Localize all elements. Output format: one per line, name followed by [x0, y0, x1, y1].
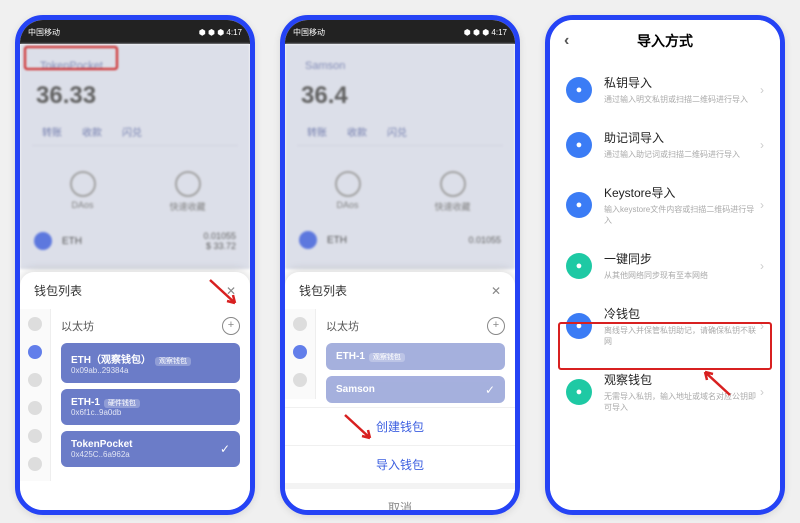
chain-item[interactable] — [28, 317, 42, 331]
close-icon[interactable]: ✕ — [491, 284, 501, 298]
status-left: 中国移动 — [28, 27, 60, 38]
import-option-1[interactable]: ● 助记词导入通过输入助记词或扫描二维码进行导入› — [550, 117, 780, 172]
asset-value: 0.01055 — [203, 231, 236, 241]
chevron-right-icon: › — [760, 198, 764, 212]
phone-screen-2: 中国移动 ⬢ ⬢ ⬢ 4:17 Samson 36.4 转账 收款 闪兑 DAo… — [280, 15, 520, 515]
option-icon: ● — [566, 192, 592, 218]
status-bar: 中国移动 ⬢ ⬢ ⬢ 4:17 — [285, 20, 515, 44]
tab-transfer[interactable]: 转账 — [307, 124, 327, 139]
chain-item[interactable] — [28, 373, 42, 387]
option-desc: 从其他网络同步现有至本网络 — [604, 270, 760, 281]
option-desc: 通过输入明文私钥或扫描二维码进行导入 — [604, 94, 760, 105]
option-desc: 通过输入助记词或扫描二维码进行导入 — [604, 149, 760, 160]
chain-strip — [20, 309, 51, 481]
option-title: 冷钱包 — [604, 305, 760, 322]
action-menu: 创建钱包 导入钱包 取消 — [285, 399, 515, 515]
wallet-list-sheet: 钱包列表✕ 以太坊+ ETH-1观察钱包 Samson✓ 创建钱包 导入钱包 取… — [285, 272, 515, 510]
phone-screen-3: ‹ 导入方式 ●私钥导入通过输入明文私钥或扫描二维码进行导入›●助记词导入通过输… — [545, 15, 785, 515]
option-icon: ● — [566, 77, 592, 103]
close-icon[interactable]: ✕ — [226, 284, 236, 298]
chevron-right-icon: › — [760, 319, 764, 333]
wallet-header: TokenPocket 36.33 转账 收款 闪兑 — [20, 44, 250, 158]
balance-amount: 36.4 — [301, 82, 499, 110]
network-name: 以太坊 — [61, 318, 94, 334]
option-title: Keystore导入 — [604, 184, 760, 201]
option-title: 私钥导入 — [604, 74, 760, 91]
chevron-right-icon: › — [760, 385, 764, 399]
back-icon[interactable]: ‹ — [564, 32, 569, 50]
token-grid: DAos 快速收藏 — [20, 158, 250, 223]
option-icon: ● — [566, 379, 592, 405]
option-title: 观察钱包 — [604, 371, 760, 388]
option-desc: 无需导入私钥，输入地址或域名对应公钥即可导入 — [604, 391, 760, 413]
chain-item[interactable] — [28, 457, 42, 471]
option-title: 助记词导入 — [604, 129, 760, 146]
sheet-header: 钱包列表 ✕ — [20, 272, 250, 309]
asset-name: ETH — [62, 236, 82, 247]
phone-screen-1: 中国移动 ⬢ ⬢ ⬢ 4:17 TokenPocket 36.33 转账 收款 … — [15, 15, 255, 515]
tab-transfer[interactable]: 转账 — [42, 124, 62, 139]
option-desc: 输入keystore文件内容或扫描二维码进行导入 — [604, 204, 760, 226]
wallet-card[interactable]: ETH-1硬件钱包 0x6f1c..9a0db — [61, 389, 240, 425]
create-wallet-button[interactable]: 创建钱包 — [285, 407, 515, 445]
wallet-card[interactable]: Samson✓ — [326, 376, 505, 403]
chain-item-eth[interactable] — [28, 345, 42, 359]
app-title[interactable]: Samson — [297, 56, 353, 76]
asset-eth[interactable]: ETH 0.01055$ 33.72 — [20, 223, 250, 259]
wallet-list-sheet: 钱包列表 ✕ 以太坊 + ETH（观察钱包）观察钱包 0x09ab..29384… — [20, 272, 250, 510]
status-bar: 中国移动 ⬢ ⬢ ⬢ 4:17 — [20, 20, 250, 44]
tab-swap[interactable]: 闪兑 — [387, 124, 407, 139]
import-option-3[interactable]: ● 一键同步从其他网络同步现有至本网络› — [550, 238, 780, 293]
chain-item[interactable] — [28, 429, 42, 443]
option-title: 一键同步 — [604, 250, 760, 267]
wallet-card[interactable]: ETH-1观察钱包 — [326, 343, 505, 370]
wallet-list: 以太坊 + ETH（观察钱包）观察钱包 0x09ab..29384a ETH-1… — [51, 309, 250, 481]
import-header: ‹ 导入方式 — [550, 20, 780, 62]
token-favorite[interactable]: 快速收藏 — [135, 168, 240, 213]
app-title[interactable]: TokenPocket — [32, 56, 111, 76]
tab-receive[interactable]: 收款 — [347, 124, 367, 139]
chain-item[interactable] — [28, 401, 42, 415]
import-option-5[interactable]: ● 观察钱包无需导入私钥，输入地址或域名对应公钥即可导入› — [550, 359, 780, 425]
import-wallet-button[interactable]: 导入钱包 — [285, 445, 515, 483]
action-tabs: 转账 收款 闪兑 — [297, 118, 503, 146]
import-method-page: ‹ 导入方式 ●私钥导入通过输入明文私钥或扫描二维码进行导入›●助记词导入通过输… — [550, 20, 780, 510]
tab-swap[interactable]: 闪兑 — [122, 124, 142, 139]
asset-sub: $ 33.72 — [203, 241, 236, 251]
import-option-4[interactable]: ● 冷钱包离线导入并保管私钥助记，请确保私钥不联网› — [550, 293, 780, 359]
page-title: 导入方式 — [637, 31, 693, 51]
status-left: 中国移动 — [293, 27, 325, 38]
import-option-0[interactable]: ● 私钥导入通过输入明文私钥或扫描二维码进行导入› — [550, 62, 780, 117]
chevron-right-icon: › — [760, 83, 764, 97]
option-icon: ● — [566, 132, 592, 158]
cancel-button[interactable]: 取消 — [285, 483, 515, 515]
check-icon: ✓ — [220, 442, 230, 456]
eth-icon — [34, 232, 52, 250]
add-wallet-button[interactable]: + — [222, 317, 240, 335]
tab-receive[interactable]: 收款 — [82, 124, 102, 139]
chevron-right-icon: › — [760, 138, 764, 152]
action-tabs: 转账 收款 闪兑 — [32, 118, 238, 146]
option-desc: 离线导入并保管私钥助记，请确保私钥不联网 — [604, 325, 760, 347]
sheet-title: 钱包列表 — [34, 282, 82, 299]
option-icon: ● — [566, 253, 592, 279]
status-right: ⬢ ⬢ ⬢ 4:17 — [464, 28, 507, 37]
chevron-right-icon: › — [760, 259, 764, 273]
wallet-card[interactable]: TokenPocket 0x425C..6a962a ✓ — [61, 431, 240, 467]
sheet-title: 钱包列表 — [299, 282, 347, 299]
option-icon: ● — [566, 313, 592, 339]
balance-amount: 36.33 — [36, 82, 234, 110]
token-daos[interactable]: DAos — [30, 168, 135, 213]
status-right: ⬢ ⬢ ⬢ 4:17 — [199, 28, 242, 37]
import-option-2[interactable]: ● Keystore导入输入keystore文件内容或扫描二维码进行导入› — [550, 172, 780, 238]
add-wallet-button[interactable]: + — [487, 317, 505, 335]
import-options-list: ●私钥导入通过输入明文私钥或扫描二维码进行导入›●助记词导入通过输入助记词或扫描… — [550, 62, 780, 425]
wallet-card[interactable]: ETH（观察钱包）观察钱包 0x09ab..29384a — [61, 343, 240, 383]
wallet-header: Samson 36.4 转账 收款 闪兑 — [285, 44, 515, 158]
wallet-list-header: 以太坊 + — [61, 317, 240, 335]
